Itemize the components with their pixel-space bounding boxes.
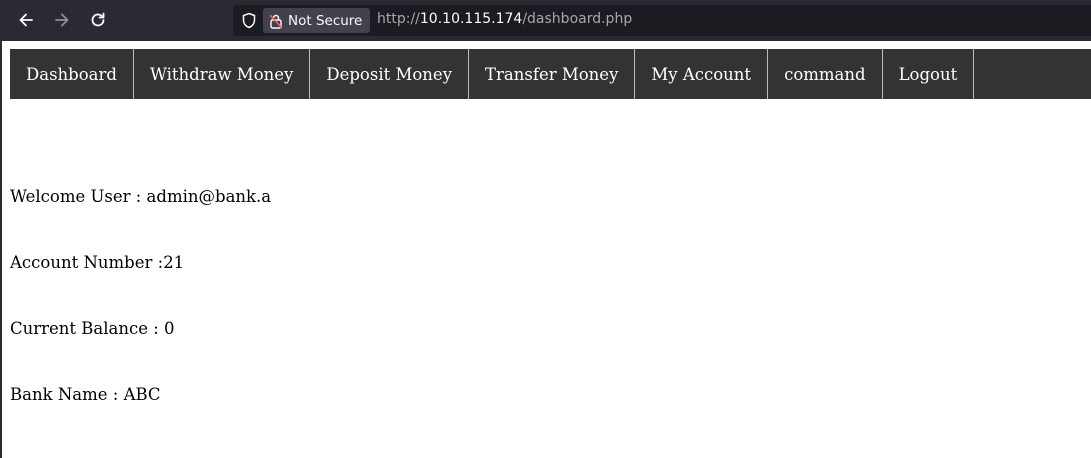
- account-number-text: Account Number :21: [10, 253, 185, 272]
- current-balance-text: Current Balance : 0: [10, 319, 175, 338]
- not-secure-indicator[interactable]: Not Secure: [263, 8, 371, 33]
- url-path: /dashboard.php: [522, 11, 633, 27]
- menu-item-dashboard[interactable]: Dashboard: [10, 49, 134, 99]
- main-menu: Dashboard Withdraw Money Deposit Money T…: [10, 49, 1091, 99]
- welcome-text: Welcome User : admin@bank.a: [10, 187, 272, 206]
- menu-item-transfer-money[interactable]: Transfer Money: [469, 49, 636, 99]
- menu-item-command[interactable]: command: [768, 49, 883, 99]
- bank-name-text: Bank Name : ABC: [10, 385, 161, 404]
- security-label: Not Secure: [288, 12, 363, 29]
- back-icon[interactable]: [14, 8, 38, 32]
- browser-toolbar: Not Secure http://10.10.115.174/dashboar…: [0, 0, 1091, 41]
- insecure-lock-icon: [269, 13, 283, 29]
- url-host: 10.10.115.174: [419, 11, 523, 27]
- reload-icon[interactable]: [86, 8, 110, 32]
- address-bar[interactable]: Not Secure http://10.10.115.174/dashboar…: [233, 5, 1091, 36]
- shield-icon[interactable]: [241, 12, 257, 29]
- menu-item-withdraw-money[interactable]: Withdraw Money: [134, 49, 311, 99]
- url-protocol: http://: [377, 11, 420, 27]
- window-left-border: [0, 41, 2, 458]
- menu-item-deposit-money[interactable]: Deposit Money: [310, 49, 470, 99]
- menu-item-my-account[interactable]: My Account: [635, 49, 769, 99]
- url-text[interactable]: http://10.10.115.174/dashboard.php: [377, 11, 632, 27]
- menu-item-logout[interactable]: Logout: [883, 49, 975, 99]
- forward-icon[interactable]: [50, 8, 74, 32]
